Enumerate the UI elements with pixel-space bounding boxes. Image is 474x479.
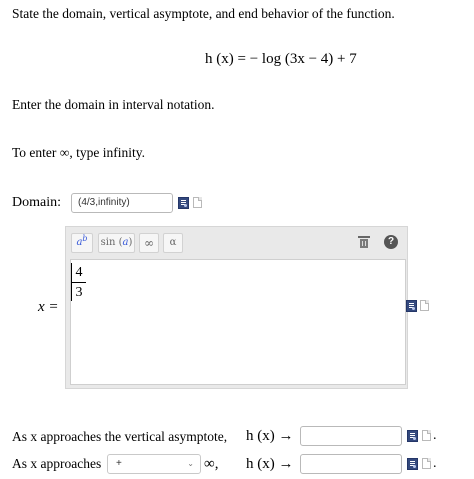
sin-button[interactable]: sin (a): [98, 233, 135, 253]
document-icon[interactable]: [193, 197, 202, 208]
check-answer-icon[interactable]: [406, 300, 417, 312]
infinity-hint: To enter ∞, type infinity.: [12, 145, 146, 160]
fraction-denominator: 3: [75, 285, 83, 300]
superscript-button[interactable]: ab: [71, 233, 93, 253]
domain-instruction: Enter the domain in interval notation.: [12, 97, 215, 112]
check-answer-icon[interactable]: [407, 458, 418, 470]
fraction: 4 3: [72, 264, 86, 301]
end-behavior-input[interactable]: [300, 454, 402, 474]
document-icon[interactable]: [420, 300, 429, 311]
sin-prefix: sin (: [100, 237, 123, 248]
fraction-numerator: 4: [75, 265, 83, 280]
end-function-label: h (x) →: [246, 456, 294, 472]
math-input-area[interactable]: [70, 259, 406, 385]
approach-label: As x approaches: [12, 456, 102, 471]
document-icon[interactable]: [422, 458, 431, 469]
trash-icon[interactable]: [358, 236, 370, 248]
vertical-asymptote-label: As x approaches the vertical asymptote,: [12, 429, 228, 444]
superscript-exponent: b: [82, 234, 88, 243]
period-1: .: [433, 428, 437, 443]
infinity-button[interactable]: ∞: [139, 233, 159, 253]
vertical-limit-input[interactable]: [300, 426, 402, 446]
check-answer-icon[interactable]: [407, 430, 418, 442]
period-2: .: [433, 456, 437, 471]
chevron-down-icon: ⌄: [187, 459, 194, 468]
direction-select[interactable]: + ⌄: [107, 454, 201, 474]
infinity-comma: ∞,: [204, 456, 219, 472]
function-equation: h (x) = − log (3x − 4) + 7: [205, 51, 357, 67]
domain-label: Domain:: [12, 195, 61, 210]
fraction-bar: [72, 282, 86, 283]
x-equals-label: x =: [38, 299, 59, 315]
alpha-button[interactable]: α: [163, 233, 183, 253]
help-icon[interactable]: ?: [384, 235, 398, 249]
direction-select-value: +: [116, 458, 122, 469]
question-prompt: State the domain, vertical asymptote, an…: [12, 6, 395, 21]
check-answer-icon[interactable]: [178, 197, 189, 209]
document-icon[interactable]: [422, 430, 431, 441]
vertical-function-label: h (x) →: [246, 428, 294, 444]
sin-suffix: ): [128, 237, 133, 248]
domain-input[interactable]: (4/3,infinity): [71, 193, 173, 213]
